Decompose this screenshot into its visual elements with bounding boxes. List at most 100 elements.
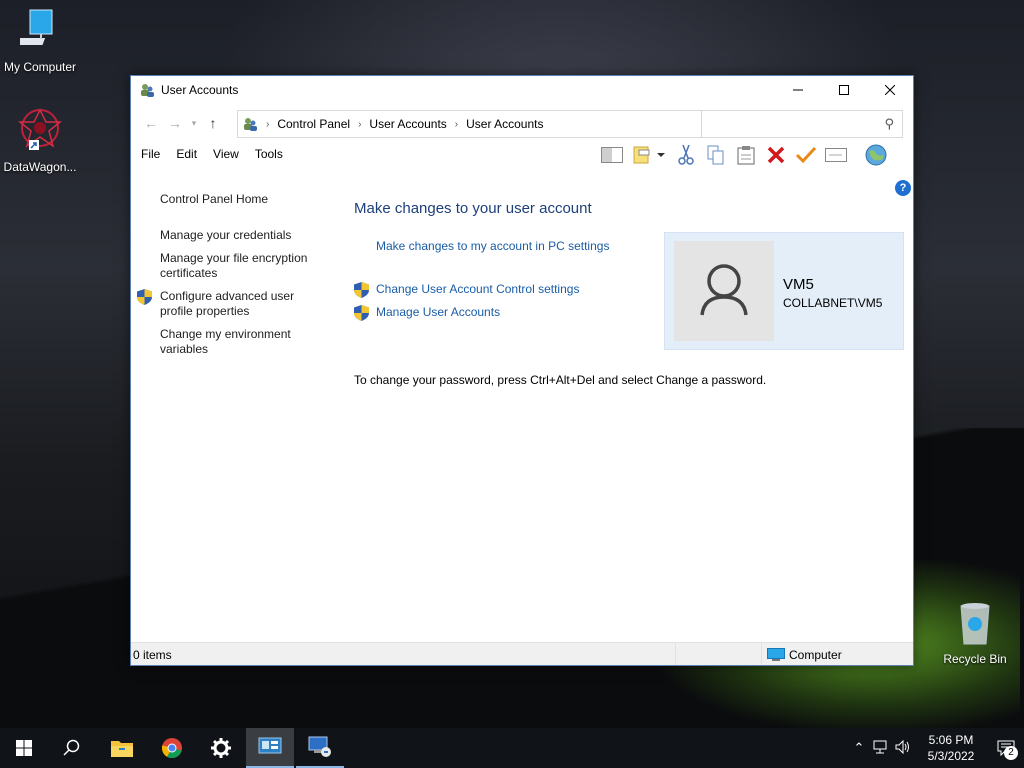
title-bar[interactable]: User Accounts [131, 76, 913, 104]
search-box: ⚲ [701, 110, 903, 138]
password-note: To change your password, press Ctrl+Alt+… [354, 373, 767, 387]
breadcrumb-user-accounts[interactable]: User Accounts [369, 117, 446, 131]
breadcrumb-control-panel[interactable]: Control Panel [277, 117, 350, 131]
gear-icon [211, 738, 231, 758]
link-uac-settings[interactable]: Change User Account Control settings [376, 282, 579, 296]
action-center-button[interactable]: 2 [988, 728, 1024, 768]
user-card: VM5 COLLABNET\VM5 [664, 232, 904, 350]
copy-icon [707, 145, 724, 165]
menu-tools[interactable]: Tools [247, 147, 291, 161]
remote-desktop-icon [308, 736, 331, 757]
link-manage-user-accounts[interactable]: Manage User Accounts [376, 305, 500, 319]
arrow-left-icon: ← [144, 115, 158, 131]
search-icon[interactable]: ⚲ [884, 116, 894, 132]
link-environment-variables[interactable]: Change my environment variables [160, 327, 320, 357]
user-name: VM5 [783, 276, 814, 293]
taskbar-remote-app[interactable] [296, 728, 344, 768]
taskbar-settings[interactable] [197, 728, 245, 768]
menu-view[interactable]: View [205, 147, 247, 161]
window-title: User Accounts [161, 83, 239, 97]
link-advanced-user-profile[interactable]: Configure advanced user profile properti… [160, 289, 320, 319]
desktop-icon-label: Recycle Bin [943, 652, 1007, 666]
maximize-button[interactable] [821, 76, 867, 104]
taskbar-search-button[interactable] [48, 728, 96, 768]
network-icon[interactable] [870, 740, 892, 757]
chevron-right-icon[interactable]: › [358, 119, 361, 130]
page-title: Make changes to your user account [354, 200, 592, 217]
monitor-icon [767, 648, 785, 661]
menu-file[interactable]: File [131, 147, 168, 161]
control-panel-icon [258, 737, 282, 754]
paste-button[interactable] [731, 143, 761, 167]
content-area: ? Control Panel Home Manage your credent… [131, 176, 913, 642]
desktop-icon-recycle-bin[interactable]: Recycle Bin [935, 600, 1015, 666]
avatar [674, 241, 774, 341]
menu-edit[interactable]: Edit [168, 147, 205, 161]
taskbar: ⌃ 5:06 PM 5/3/2022 2 [0, 728, 1024, 768]
desktop-icon-label: DataWagon... [3, 160, 77, 174]
system-tray: ⌃ 5:06 PM 5/3/2022 2 [848, 728, 1024, 768]
delete-x-icon [767, 146, 785, 164]
status-location-label: Computer [789, 648, 842, 662]
show-hidden-icons-button[interactable]: ⌃ [848, 740, 870, 756]
status-item-count: 0 items [133, 648, 172, 662]
globe-icon [865, 144, 887, 166]
search-input[interactable] [702, 111, 872, 137]
link-manage-credentials[interactable]: Manage your credentials [160, 228, 320, 243]
scissors-icon [678, 145, 694, 165]
status-divider [675, 643, 676, 665]
datawagon-icon [0, 106, 80, 157]
cut-button[interactable] [671, 143, 701, 167]
link-control-panel-home[interactable]: Control Panel Home [160, 192, 320, 207]
chevron-right-icon: › [266, 118, 270, 130]
taskbar-file-explorer[interactable] [98, 728, 146, 768]
link-file-encryption-certificates[interactable]: Manage your file encryption certificates [160, 251, 320, 281]
taskbar-chrome[interactable] [148, 728, 196, 768]
up-button[interactable]: ↑ [201, 115, 225, 131]
status-location: Computer [767, 648, 842, 662]
user-domain: COLLABNET\VM5 [783, 296, 883, 310]
minimize-icon [793, 89, 803, 91]
toolbar-separator [851, 143, 861, 167]
forward-button[interactable]: → [163, 115, 187, 131]
help-icon[interactable]: ? [895, 180, 911, 196]
preview-pane-button[interactable] [597, 143, 627, 167]
organize-button[interactable] [627, 143, 671, 167]
clock[interactable]: 5:06 PM 5/3/2022 [914, 732, 988, 764]
properties-check-button[interactable] [791, 143, 821, 167]
rename-button[interactable] [821, 143, 851, 167]
globe-button[interactable] [861, 143, 891, 167]
link-pc-settings[interactable]: Make changes to my account in PC setting… [376, 239, 609, 253]
back-button[interactable]: ← [139, 115, 163, 131]
chevron-down-icon: ▾ [191, 117, 197, 128]
notification-badge: 2 [1004, 746, 1018, 760]
status-bar: 0 items Computer [131, 642, 913, 665]
taskbar-control-panel[interactable] [246, 728, 294, 768]
uac-shield-icon [354, 305, 369, 321]
copy-button[interactable] [701, 143, 731, 167]
user-accounts-icon [141, 84, 154, 97]
maximize-icon [839, 85, 849, 95]
user-accounts-icon [244, 118, 257, 131]
status-divider [761, 643, 762, 665]
minimize-button[interactable] [775, 76, 821, 104]
preview-pane-icon [601, 147, 623, 163]
delete-button[interactable] [761, 143, 791, 167]
chevron-right-icon[interactable]: › [455, 119, 458, 130]
desktop-icon-datawagon[interactable]: DataWagon... [0, 106, 80, 174]
computer-icon [0, 8, 80, 57]
menu-bar: File Edit View Tools [131, 142, 913, 166]
start-button[interactable] [0, 728, 48, 768]
clock-date: 5/3/2022 [927, 749, 975, 763]
close-icon [885, 85, 895, 95]
windows-logo-icon [16, 740, 32, 756]
arrow-up-icon: ↑ [209, 115, 217, 131]
uac-shield-icon [354, 282, 369, 298]
volume-icon[interactable] [892, 739, 914, 757]
breadcrumb-user-accounts-current[interactable]: User Accounts [466, 117, 543, 131]
recycle-bin-icon [935, 600, 1015, 649]
desktop-icon-my-computer[interactable]: My Computer [0, 8, 80, 74]
close-button[interactable] [867, 76, 913, 104]
folder-icon [111, 741, 133, 757]
recent-locations-button[interactable]: ▾ [187, 118, 201, 129]
